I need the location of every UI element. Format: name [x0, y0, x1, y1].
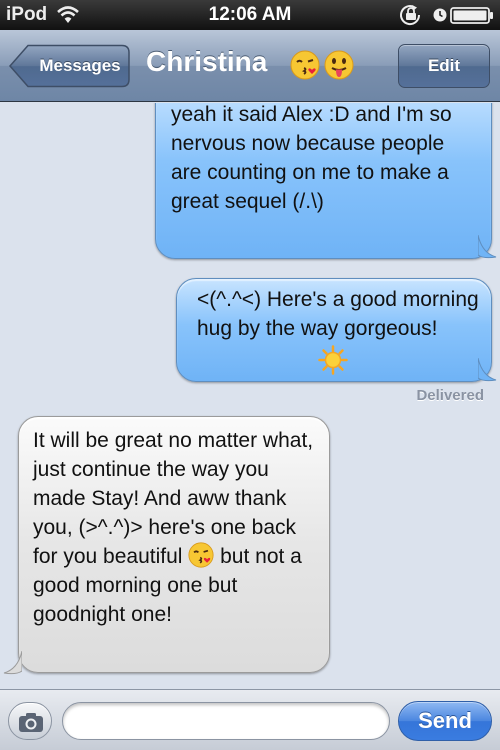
- bubble-tail-outgoing: [478, 235, 497, 259]
- kissing-face-emoji: [188, 542, 214, 568]
- message-input-bar: Send: [0, 689, 500, 750]
- outgoing-message-bubble[interactable]: yeah it said Alex :D and I'm so nervous …: [155, 103, 492, 259]
- navigation-bar: Messages Christina Edit: [0, 30, 500, 102]
- camera-icon: [19, 713, 43, 732]
- battery-icon: [450, 7, 494, 29]
- back-button[interactable]: Messages: [8, 44, 130, 88]
- bubble-tail-outgoing: [478, 358, 497, 382]
- sun-emoji: [318, 345, 348, 383]
- status-time: 12:06 AM: [208, 4, 292, 25]
- status-bar: iPod 12:06 AM: [0, 0, 500, 30]
- kissing-face-emoji: [290, 50, 320, 80]
- delivery-status: Delivered: [416, 387, 484, 404]
- message-list[interactable]: yeah it said Alex :D and I'm so nervous …: [0, 103, 500, 689]
- edit-button[interactable]: Edit: [398, 44, 490, 88]
- tongue-face-emoji: [324, 50, 354, 80]
- orientation-lock-icon: [398, 4, 424, 31]
- back-button-label: Messages: [39, 56, 121, 75]
- message-text: <(^.^<) Here's a good morning hug by the…: [197, 288, 479, 340]
- incoming-message-bubble[interactable]: It will be great no matter what, just co…: [18, 416, 330, 673]
- message-text: yeah it said Alex :D and I'm so nervous …: [171, 103, 452, 213]
- conversation-title: Christina: [146, 46, 268, 77]
- bubble-tail-incoming: [3, 651, 22, 675]
- send-button[interactable]: Send: [398, 701, 492, 741]
- alarm-icon: [432, 6, 448, 29]
- message-input[interactable]: [62, 702, 390, 740]
- camera-button[interactable]: [8, 702, 52, 740]
- outgoing-message-bubble[interactable]: <(^.^<) Here's a good morning hug by the…: [176, 278, 492, 382]
